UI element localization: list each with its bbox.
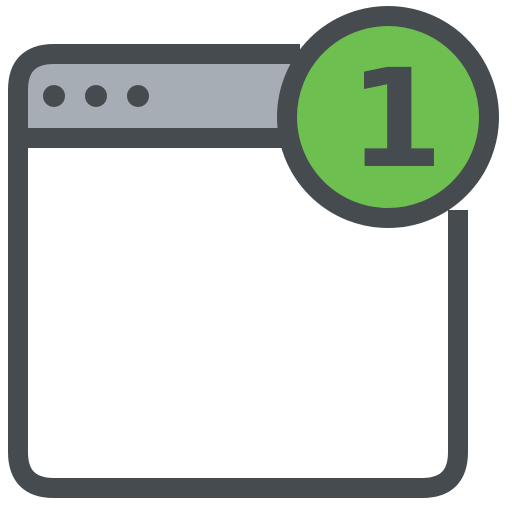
window-dot-2 — [85, 85, 107, 107]
icon-canvas: 1 — [0, 0, 512, 512]
browser-window-notification-icon: 1 — [8, 6, 499, 498]
window-dot-3 — [127, 85, 149, 107]
window-dots — [43, 85, 149, 107]
window-dot-1 — [43, 85, 65, 107]
notification-badge: 1 — [277, 6, 499, 228]
badge-count: 1 — [349, 41, 444, 199]
